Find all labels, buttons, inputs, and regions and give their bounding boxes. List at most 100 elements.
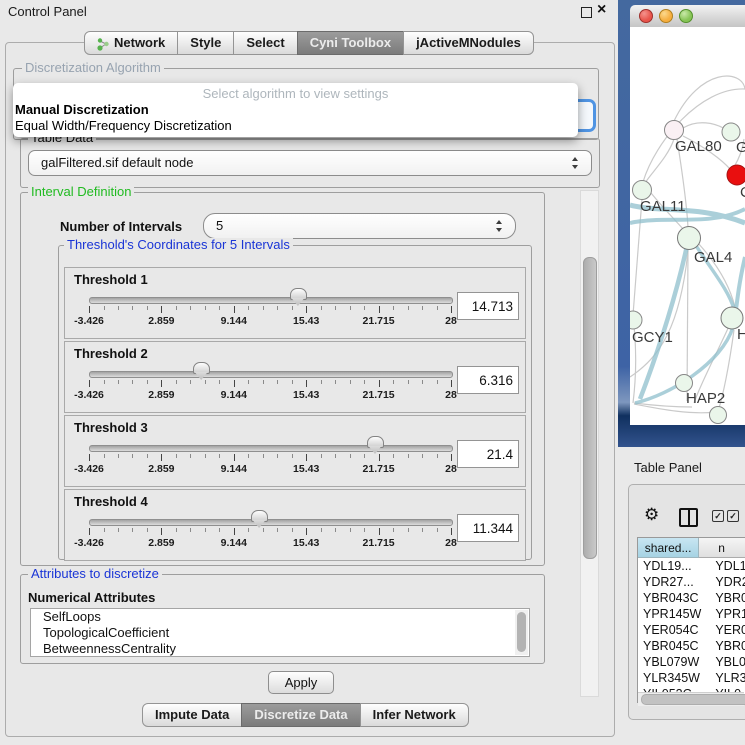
- tick-mark: [321, 380, 322, 384]
- control-panel-tabbar: Network Style Select Cyni Toolbox jActiv…: [84, 31, 534, 55]
- network-window-titlebar[interactable]: [630, 5, 745, 28]
- close-traffic-light-icon[interactable]: [639, 9, 653, 23]
- tick-mark: [277, 528, 278, 532]
- bottom-tabbar: Impute Data Discretize Data Infer Networ…: [142, 703, 469, 727]
- tick-label: 9.144: [221, 389, 247, 401]
- tick-mark: [176, 380, 177, 384]
- tick-label: -3.426: [74, 315, 104, 327]
- tick-mark: [437, 380, 438, 384]
- tick-label: 15.43: [293, 315, 319, 327]
- number-of-intervals-label: Number of Intervals: [60, 219, 182, 234]
- node-gal11[interactable]: [633, 181, 652, 200]
- checkbox-icon[interactable]: ✓: [727, 510, 739, 522]
- table-row[interactable]: YPR145WYPR1: [638, 606, 745, 622]
- threshold-1-slider[interactable]: [89, 297, 453, 304]
- tick-mark: [408, 528, 409, 532]
- threshold-4-label: Threshold 4: [74, 494, 148, 509]
- tick-mark: [437, 454, 438, 458]
- table-row[interactable]: YLR345WYLR3: [638, 670, 745, 686]
- threshold-2-slider[interactable]: [89, 371, 453, 378]
- tick-mark: [364, 528, 365, 532]
- table-row[interactable]: YBL079WYBL0: [638, 654, 745, 670]
- tab-select-label: Select: [246, 32, 284, 54]
- tab-style[interactable]: Style: [177, 31, 234, 55]
- tick-mark: [190, 306, 191, 310]
- tab-jactivemnodules[interactable]: jActiveMNodules: [403, 31, 534, 55]
- column-header-name[interactable]: n: [699, 538, 745, 558]
- tick-label: 15.43: [293, 389, 319, 401]
- tick-mark: [379, 380, 380, 387]
- node-hap2[interactable]: [676, 375, 693, 392]
- list-item[interactable]: TopologicalCoefficient: [31, 625, 529, 641]
- list-item[interactable]: BetweennessCentrality: [31, 641, 529, 657]
- table-data-combobox-value: galFiltered.sif default node: [41, 151, 193, 175]
- tab-discretize-data[interactable]: Discretize Data: [241, 703, 360, 727]
- tab-network[interactable]: Network: [84, 31, 178, 55]
- node-gcy1[interactable]: [630, 311, 642, 329]
- tick-mark: [437, 528, 438, 532]
- tick-mark: [393, 528, 394, 532]
- spinner-arrows-icon: [495, 220, 504, 232]
- algorithm-option-equal-width[interactable]: Equal Width/Frequency Discretization: [15, 118, 232, 133]
- float-window-icon[interactable]: [581, 7, 592, 18]
- network-view-canvas[interactable]: GAL80 GA C GAL11 GAL4 GCY1 H HAP2: [630, 27, 745, 425]
- table-row[interactable]: YER054CYER0: [638, 622, 745, 638]
- tick-mark: [190, 528, 191, 532]
- close-icon[interactable]: ×: [597, 1, 606, 19]
- table-row[interactable]: YDR27...YDR2: [638, 574, 745, 590]
- table-row[interactable]: YDL19...YDL1: [638, 558, 745, 574]
- checkbox-icon[interactable]: ✓: [712, 510, 724, 522]
- threshold-1-slider-thumb[interactable]: [290, 288, 307, 300]
- tab-impute-data[interactable]: Impute Data: [142, 703, 242, 727]
- list-scrollbar[interactable]: [515, 610, 528, 655]
- tick-mark: [451, 528, 452, 535]
- tick-mark: [437, 306, 438, 310]
- node-gal4[interactable]: [678, 227, 701, 250]
- tick-label: 28: [445, 463, 457, 475]
- threshold-3-panel: Threshold 3 -3.4262.8599.14415.4321.7152…: [64, 415, 526, 487]
- threshold-1-value-field[interactable]: 14.713: [457, 292, 519, 320]
- tab-select[interactable]: Select: [233, 31, 297, 55]
- tick-mark: [263, 380, 264, 384]
- node-red-selected[interactable]: [727, 165, 745, 185]
- threshold-4-slider-thumb[interactable]: [251, 510, 268, 522]
- table-data-combobox[interactable]: galFiltered.sif default node: [28, 150, 592, 176]
- threshold-4-slider[interactable]: [89, 519, 453, 526]
- content-scrollbar-thumb[interactable]: [583, 257, 597, 559]
- number-of-intervals-combobox[interactable]: 5: [203, 213, 516, 239]
- threshold-2-value-field[interactable]: 6.316: [457, 366, 519, 394]
- threshold-3-label: Threshold 3: [74, 420, 148, 435]
- interval-definition-group-title: Interval Definition: [28, 185, 134, 199]
- tick-mark: [306, 528, 307, 535]
- table-row[interactable]: YBR045CYBR0: [638, 638, 745, 654]
- node-bottom[interactable]: [710, 407, 727, 424]
- tick-mark: [364, 380, 365, 384]
- zoom-traffic-light-icon[interactable]: [679, 9, 693, 23]
- tick-mark: [104, 380, 105, 384]
- node-gal80[interactable]: [665, 121, 684, 140]
- gear-icon[interactable]: ⚙: [644, 505, 659, 525]
- minimize-traffic-light-icon[interactable]: [659, 9, 673, 23]
- tick-mark: [219, 306, 220, 310]
- tick-mark: [364, 306, 365, 310]
- threshold-3-slider-thumb[interactable]: [367, 436, 384, 448]
- threshold-3-value-field[interactable]: 21.4: [457, 440, 519, 468]
- tick-mark: [248, 454, 249, 458]
- tick-label: 2.859: [148, 315, 174, 327]
- tick-mark: [147, 454, 148, 458]
- columns-icon[interactable]: [679, 508, 698, 527]
- list-item[interactable]: SelfLoops: [31, 609, 529, 625]
- tab-cyni-toolbox[interactable]: Cyni Toolbox: [297, 31, 404, 55]
- tick-mark: [335, 306, 336, 310]
- table-hscrollbar-thumb[interactable]: [641, 694, 745, 705]
- tick-mark: [118, 380, 119, 384]
- tab-infer-network[interactable]: Infer Network: [360, 703, 469, 727]
- column-header-shared[interactable]: shared...: [638, 538, 699, 558]
- apply-button[interactable]: Apply: [268, 671, 334, 694]
- threshold-4-value-field[interactable]: 11.344: [457, 514, 519, 542]
- threshold-3-slider[interactable]: [89, 445, 453, 452]
- algorithm-option-manual[interactable]: Manual Discretization: [15, 102, 149, 117]
- threshold-2-slider-thumb[interactable]: [193, 362, 210, 374]
- table-row[interactable]: YBR043CYBR0: [638, 590, 745, 606]
- tick-mark: [451, 454, 452, 461]
